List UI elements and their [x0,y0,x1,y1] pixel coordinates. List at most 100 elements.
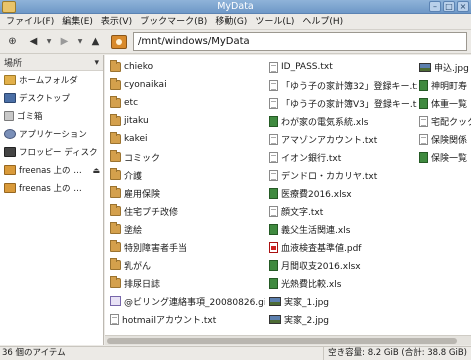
folder-icon [110,240,121,252]
file-item[interactable]: etc [110,94,265,112]
file-item[interactable]: 月間収支2016.xlsx [269,256,417,274]
sidebar-item-label: デスクトップ [19,94,71,104]
file-name: 光熱費比較.xls [281,279,342,290]
file-name: ID_PASS.txt [281,62,333,72]
file-name: 体重一覧 [431,99,468,110]
file-name: 義父生活関連.xls [281,225,351,236]
menu-view[interactable]: 表示(V) [97,14,136,30]
folder-icon [110,78,121,90]
file-item[interactable]: 住宅プチ改修 [110,202,265,220]
chevron-down-icon[interactable]: ▾ [94,58,99,68]
sidebar-item-applications[interactable]: アプリケーション [0,125,103,143]
file-name: 実家_2.jpg [284,315,330,326]
file-item[interactable]: 「ゆう子の家計簿V3」登録キー.txt [269,94,417,112]
file-item[interactable]: 光熱費比較.xls [269,274,417,292]
file-item[interactable]: ID_PASS.txt [269,58,417,76]
file-item[interactable]: 医療費2016.xlsx [269,184,417,202]
file-name: 住宅プチ改修 [124,207,179,218]
file-item[interactable]: cyonaikai [110,76,265,94]
sidebar-item-label: freenas 上の … [19,166,82,176]
horizontal-scrollbar[interactable] [105,335,471,345]
text-file-icon [419,133,428,145]
sidebar-item-freenas-2[interactable]: freenas 上の … [0,179,103,197]
file-item[interactable]: @ビリング連絡事項_20080826.gif [110,292,265,310]
new-tab-icon[interactable]: ⊕ [3,32,22,51]
file-item[interactable]: 実家_2.jpg [269,310,417,328]
file-item[interactable]: わが家の電気系統.xls [269,112,417,130]
forward-history-icon[interactable]: ▼ [76,32,84,51]
sidebar-item-desktop[interactable]: デスクトップ [0,89,103,107]
file-item[interactable]: 神明町寿 [419,76,471,94]
places-header[interactable]: 場所 ▾ [0,55,103,71]
file-name: 神明町寿 [431,81,468,92]
file-item[interactable]: 乳がん [110,256,265,274]
file-name: 宅配クック [431,117,471,128]
file-item[interactable]: デンドロ・カカリヤ.txt [269,166,417,184]
file-item[interactable]: 保険一覧 [419,148,471,166]
file-item[interactable]: イオン銀行.txt [269,148,417,166]
folder-icon [110,114,121,126]
file-item[interactable]: jitaku [110,112,265,130]
path-input[interactable]: /mnt/windows/MyData [133,32,467,51]
desktop-icon [4,93,16,103]
close-button[interactable]: × [457,1,469,12]
eject-icon[interactable]: ⏏ [92,166,100,175]
file-item[interactable]: 特別障害者手当 [110,238,265,256]
file-item[interactable]: 顔文字.txt [269,202,417,220]
menu-go[interactable]: 移動(G) [211,14,251,30]
sidebar-item-label: ホームフォルダ [19,76,78,86]
scrollbar-thumb[interactable] [107,338,457,344]
file-item[interactable]: 血液検査基準値.pdf [269,238,417,256]
text-file-icon [269,79,278,91]
file-item[interactable]: 申込.jpg [419,58,471,76]
text-file-icon [110,313,119,325]
file-item[interactable]: kakei [110,130,265,148]
minimize-button[interactable]: – [429,1,441,12]
text-file-icon [419,115,428,127]
text-file-icon [269,169,278,181]
forward-icon[interactable]: ▶ [55,32,74,51]
text-file-icon [269,205,278,217]
sidebar-item-freenas-1[interactable]: freenas 上の … ⏏ [0,161,103,179]
window-title: MyData [217,1,254,12]
back-history-icon[interactable]: ▼ [45,32,53,51]
file-item[interactable]: 排尿日誌 [110,274,265,292]
file-item[interactable]: 実家_1.jpg [269,292,417,310]
file-item[interactable]: アマゾンアカウント.txt [269,130,417,148]
file-item[interactable]: 保険関係 [419,130,471,148]
file-item[interactable]: 宅配クック [419,112,471,130]
menu-file[interactable]: ファイル(F) [2,14,58,30]
menu-help[interactable]: ヘルプ(H) [298,14,347,30]
file-item[interactable]: chieko [110,58,265,76]
back-icon[interactable]: ◀ [24,32,43,51]
menu-bookmarks[interactable]: ブックマーク(B) [136,14,211,30]
file-item[interactable]: hotmailアカウント.txt [110,310,265,328]
menu-edit[interactable]: 編集(E) [58,14,97,30]
file-item[interactable]: 義父生活関連.xls [269,220,417,238]
file-item[interactable]: 介護 [110,166,265,184]
places-sidebar: 場所 ▾ ホームフォルダ デスクトップ ゴミ箱 アプリケーション フロッピー デ… [0,55,104,345]
file-item[interactable]: 雇用保険 [110,184,265,202]
up-icon[interactable]: ▲ [86,32,105,51]
home-icon[interactable] [111,34,127,49]
sidebar-item-trash[interactable]: ゴミ箱 [0,107,103,125]
sidebar-item-home[interactable]: ホームフォルダ [0,71,103,89]
text-file-icon [269,151,278,163]
spreadsheet-icon [419,79,428,91]
maximize-button[interactable]: □ [443,1,455,12]
folder-icon [110,186,121,198]
file-list: chieko cyonaikai etc jitaku kakei コミック 介護 雇用保険住… [105,55,471,335]
trash-icon [4,111,14,121]
folder-icon [110,258,121,270]
menu-tools[interactable]: ツール(L) [251,14,298,30]
file-name: 実家_1.jpg [284,297,330,308]
file-item[interactable]: コミック [110,148,265,166]
file-item[interactable]: 塗絵 [110,220,265,238]
file-name: jitaku [124,116,149,126]
file-item[interactable]: 体重一覧 [419,94,471,112]
spreadsheet-icon [419,97,428,109]
file-item[interactable]: 「ゆう子の家計簿32」登録キー.txt [269,76,417,94]
folder-icon [110,132,121,144]
sidebar-item-floppy[interactable]: フロッピー ディスク [0,143,103,161]
floppy-icon [4,147,16,157]
